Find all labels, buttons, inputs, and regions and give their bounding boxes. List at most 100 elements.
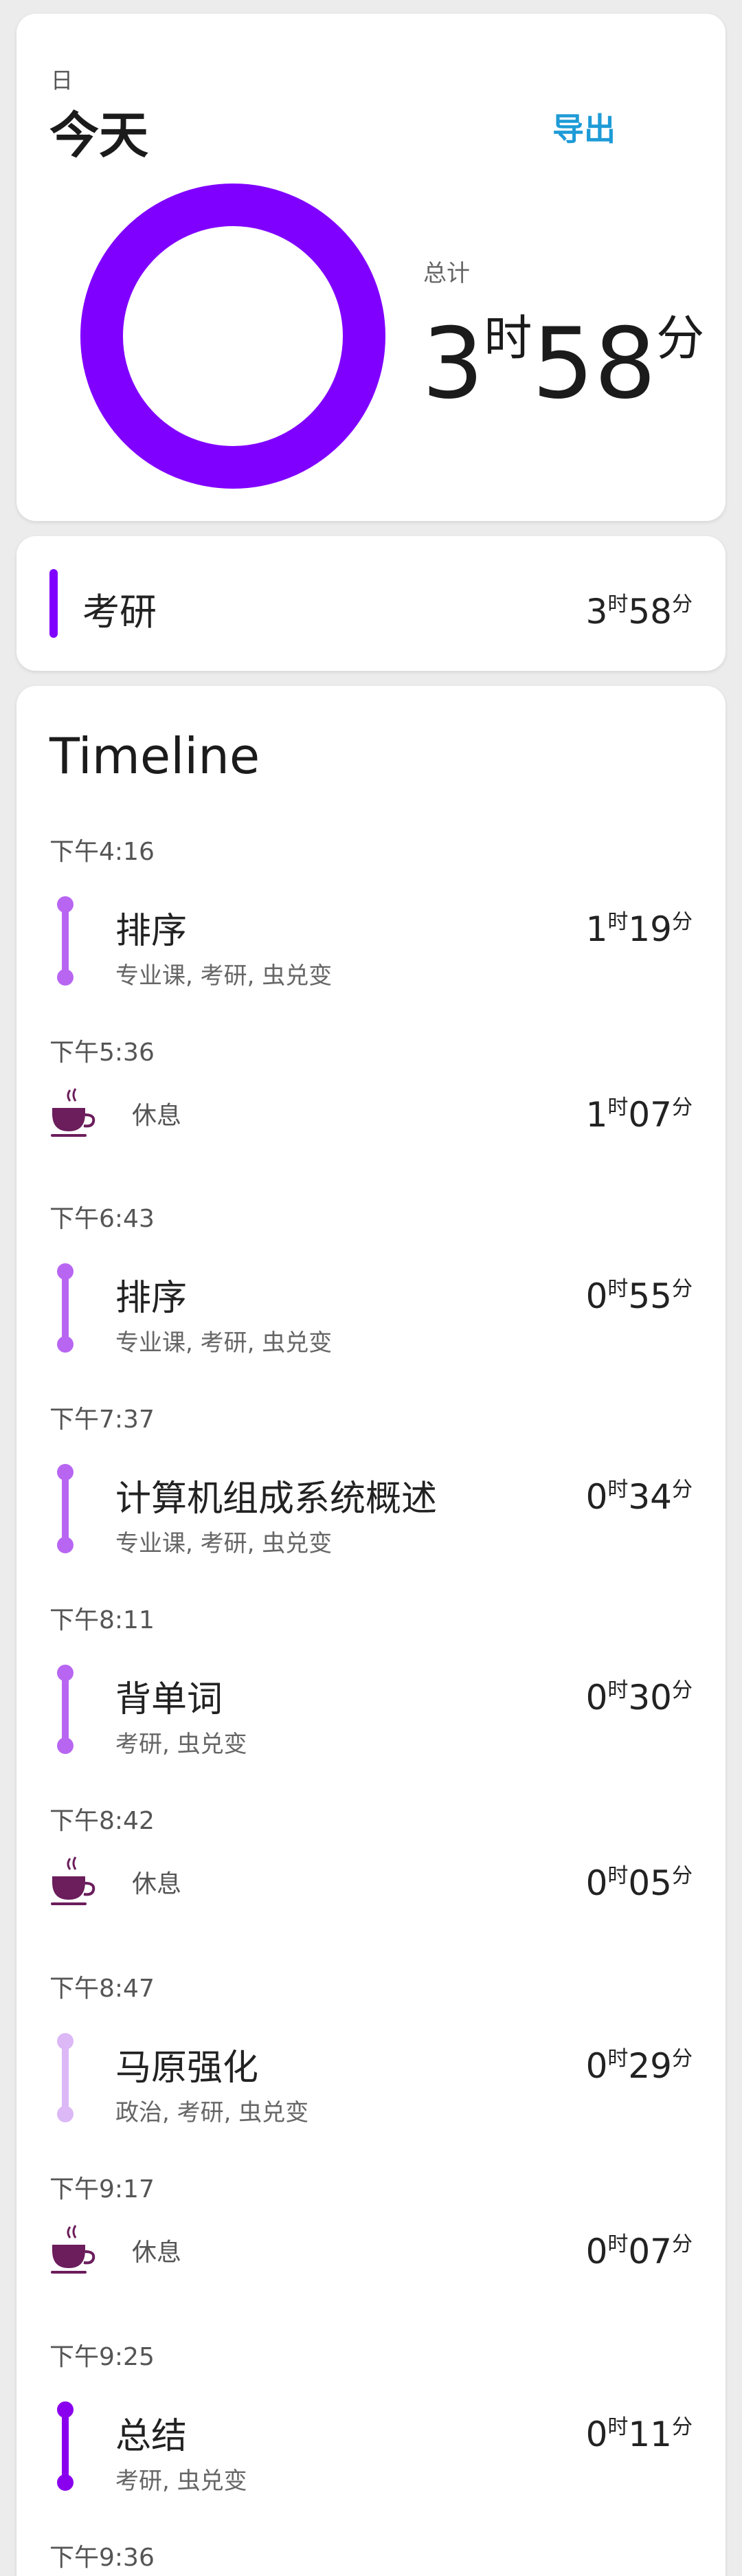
break-minutes: 05	[628, 1863, 672, 1903]
break-duration: 1时07分	[586, 1090, 693, 1135]
timeline-entry[interactable]: 计算机组成系统概述 专业课, 考研, 虫兑变 0时34分	[16, 1453, 726, 1563]
entry-color-marker	[55, 1263, 76, 1353]
entry-name: 总结	[115, 2416, 188, 2457]
break-minutes: 07	[628, 1095, 672, 1135]
entry-color-marker	[55, 2401, 76, 2491]
entry-minutes: 19	[628, 909, 672, 949]
entry-hour-unit: 时	[607, 2047, 629, 2071]
entry-name: 马原强化	[115, 2047, 259, 2089]
entry-color-marker	[55, 896, 76, 986]
category-hours: 3	[585, 592, 608, 632]
total-donut-chart	[80, 184, 385, 489]
entry-hours: 0	[585, 2046, 608, 2086]
entry-minute-unit: 分	[672, 1478, 693, 1502]
timeline-card: Timeline 下午4:16 排序 专业课, 考研, 虫兑变 1时19分 下午…	[16, 686, 726, 2576]
timeline-start-time: 下午6:43	[49, 1205, 155, 1233]
entry-duration: 0时34分	[586, 1472, 693, 1517]
coffee-cup-icon	[51, 1856, 95, 1905]
category-card[interactable]: 考研 3时58分	[16, 536, 726, 671]
break-hours: 1	[585, 1095, 608, 1135]
break-hour-unit: 时	[607, 2232, 629, 2256]
coffee-cup-icon	[51, 2225, 95, 2274]
entry-name: 背单词	[115, 1679, 223, 1720]
entry-name: 排序	[115, 911, 188, 952]
timeline-start-time: 下午8:47	[49, 1975, 155, 2003]
category-minute-unit: 分	[672, 592, 693, 617]
category-name: 考研	[82, 590, 157, 634]
entry-minutes: 34	[628, 1477, 672, 1517]
category-minutes: 58	[628, 592, 672, 632]
timeline-entry[interactable]: 排序 专业课, 考研, 虫兑变 1时19分	[16, 885, 726, 995]
timeline-break[interactable]: 休息 1时07分	[16, 1071, 726, 1146]
timeline-break[interactable]: 休息 0时05分	[16, 1839, 726, 1915]
entry-hours: 0	[585, 1276, 608, 1316]
entry-duration: 0时11分	[586, 2410, 693, 2454]
timeline-start-time: 下午9:17	[49, 2175, 155, 2203]
entry-minute-unit: 分	[672, 910, 693, 934]
entry-tags: 专业课, 考研, 虫兑变	[115, 1329, 333, 1357]
entry-tags: 专业课, 考研, 虫兑变	[115, 962, 333, 990]
entry-minutes: 29	[628, 2046, 672, 2086]
total-hour-unit: 时	[484, 310, 532, 366]
summary-card: 日 今天 导出 总计 3时58分	[16, 14, 726, 521]
entry-color-marker	[55, 1665, 76, 1754]
break-hour-unit: 时	[607, 1864, 629, 1888]
entry-minute-unit: 分	[672, 2415, 693, 2439]
timeline-entry[interactable]: 总结 考研, 虫兑变 0时11分	[16, 2390, 726, 2500]
break-minute-unit: 分	[672, 2232, 693, 2256]
entry-color-marker	[55, 2033, 76, 2122]
entry-minute-unit: 分	[672, 1678, 693, 1702]
entry-name: 计算机组成系统概述	[115, 1478, 438, 1520]
entry-duration: 0时55分	[586, 1272, 693, 1316]
entry-hour-unit: 时	[607, 2415, 629, 2439]
entry-hours: 0	[585, 1678, 608, 1718]
timeline-start-time: 下午5:36	[49, 1039, 155, 1067]
entry-hours: 0	[585, 2414, 608, 2454]
entry-tags: 考研, 虫兑变	[115, 2467, 247, 2495]
page-title: 今天	[49, 107, 149, 164]
timeline-start-time: 下午7:37	[49, 1406, 155, 1434]
entry-duration: 0时29分	[586, 2041, 693, 2086]
break-minute-unit: 分	[672, 1096, 693, 1120]
entry-hour-unit: 时	[607, 1277, 629, 1301]
break-hours: 0	[585, 2232, 608, 2272]
break-duration: 0时05分	[586, 1858, 693, 1903]
entry-tags: 专业课, 考研, 虫兑变	[115, 1530, 333, 1557]
entry-minute-unit: 分	[672, 2047, 693, 2071]
break-label: 休息	[132, 1102, 182, 1130]
total-minute-unit: 分	[656, 310, 705, 366]
break-duration: 0时07分	[586, 2227, 693, 2272]
break-minute-unit: 分	[672, 1864, 693, 1888]
entry-name: 排序	[115, 1278, 188, 1319]
export-button[interactable]: 导出	[552, 104, 616, 150]
timeline-break[interactable]: 休息 0时07分	[16, 2208, 726, 2283]
timeline-start-time: 下午8:11	[49, 1606, 155, 1634]
donut-ring	[80, 184, 385, 489]
entry-hour-unit: 时	[607, 910, 629, 934]
break-label: 休息	[132, 1870, 182, 1898]
entry-color-marker	[55, 1464, 76, 1553]
timeline-entry[interactable]: 排序 专业课, 考研, 虫兑变 0时55分	[16, 1252, 726, 1362]
entry-minute-unit: 分	[672, 1277, 693, 1301]
entry-minutes: 11	[628, 2414, 672, 2454]
entry-tags: 考研, 虫兑变	[115, 1731, 247, 1758]
timeline-heading: Timeline	[49, 727, 260, 785]
timeline-start-time: 下午8:42	[49, 1807, 155, 1835]
entry-hour-unit: 时	[607, 1478, 629, 1502]
category-color-bar	[49, 569, 58, 638]
break-label: 休息	[132, 2239, 182, 2267]
entry-tags: 政治, 考研, 虫兑变	[115, 2099, 309, 2127]
entry-duration: 0时30分	[586, 1673, 693, 1718]
entry-duration: 1时19分	[586, 904, 693, 949]
total-time: 3时58分	[422, 300, 704, 413]
total-minutes: 58	[532, 307, 657, 421]
entry-hours: 1	[585, 909, 608, 949]
timeline-start-time: 下午9:36	[49, 2544, 155, 2572]
entry-hour-unit: 时	[607, 1678, 629, 1702]
timeline-entry[interactable]: 背单词 考研, 虫兑变 0时30分	[16, 1654, 726, 1764]
break-hours: 0	[585, 1863, 608, 1903]
timeline-entry[interactable]: 马原强化 政治, 考研, 虫兑变 0时29分	[16, 2022, 726, 2132]
period-label: 日	[51, 67, 74, 93]
timeline-start-time: 下午9:25	[49, 2343, 155, 2371]
coffee-cup-icon	[51, 1088, 95, 1137]
